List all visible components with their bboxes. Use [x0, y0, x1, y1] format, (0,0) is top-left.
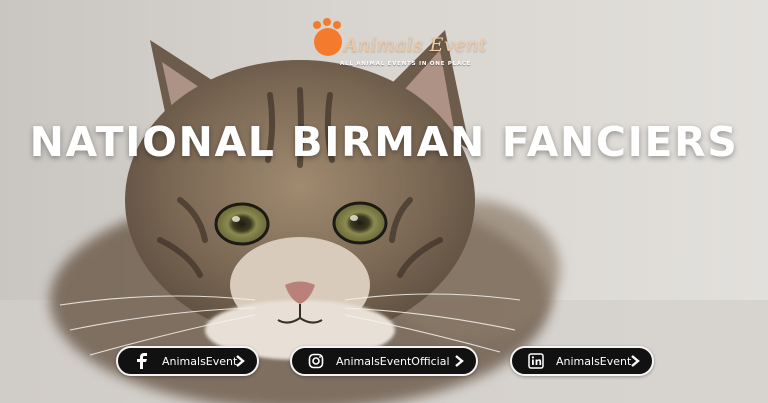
chevron-right-icon	[455, 355, 464, 367]
instagram-label: AnimalsEventOfficial	[336, 354, 450, 368]
facebook-icon	[132, 351, 152, 371]
event-title: NATIONAL BIRMAN FANCIERS	[29, 118, 739, 166]
facebook-label: AnimalsEvent	[162, 354, 238, 368]
facebook-button[interactable]: AnimalsEvent	[116, 346, 259, 376]
linkedin-label: AnimalsEvent	[556, 354, 632, 368]
instagram-icon	[306, 351, 326, 371]
logo-name: Animals Event	[344, 34, 487, 56]
animals-event-logo: Animals Event ALL ANIMAL EVENTS IN ONE P…	[300, 12, 487, 74]
chevron-right-icon	[236, 355, 245, 367]
linkedin-icon	[526, 351, 546, 371]
paw-icon	[313, 18, 342, 56]
logo-tagline: ALL ANIMAL EVENTS IN ONE PLACE	[340, 61, 472, 67]
linkedin-button[interactable]: AnimalsEvent	[510, 346, 654, 376]
instagram-button[interactable]: AnimalsEventOfficial	[290, 346, 478, 376]
chevron-right-icon	[631, 355, 640, 367]
